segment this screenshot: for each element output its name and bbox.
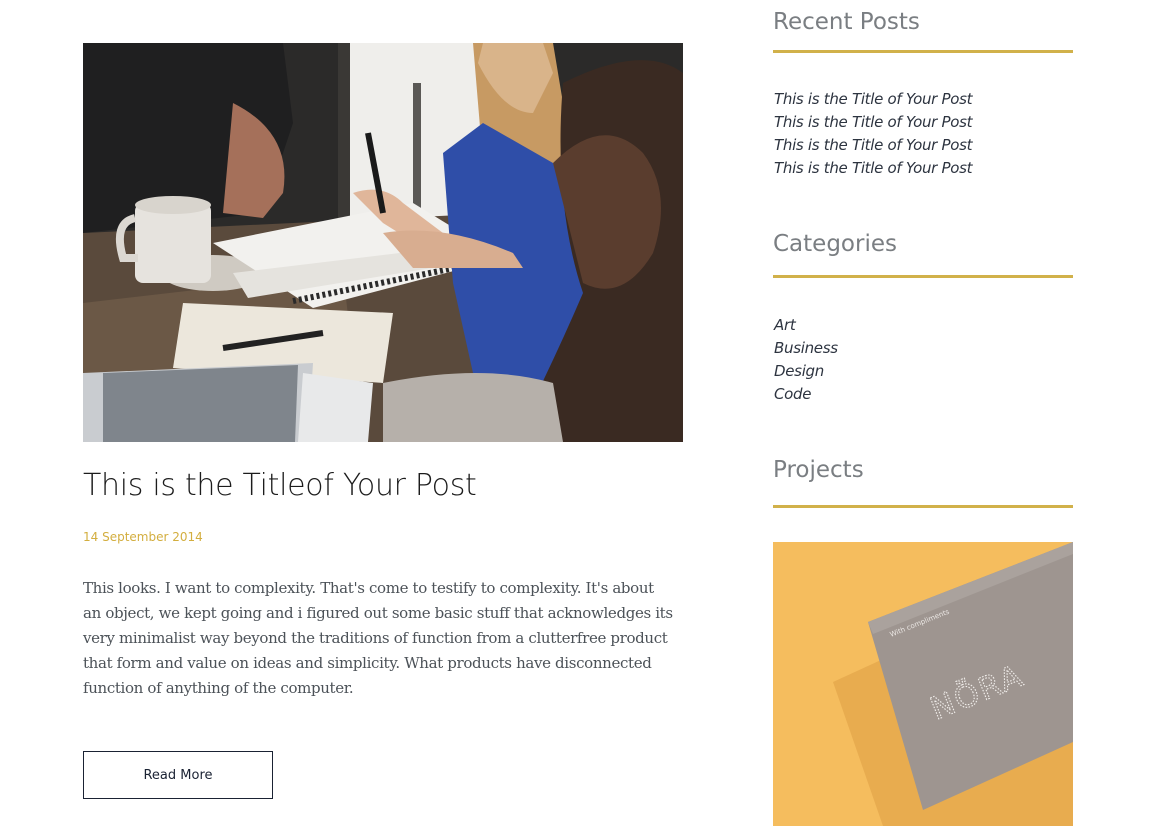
recent-post-link[interactable]: This is the Title of Your Post [774,159,973,177]
post-featured-image[interactable] [83,43,683,442]
recent-post-link[interactable]: This is the Title of Your Post [774,90,973,108]
list-item: Code [774,383,838,406]
list-item: Art [774,314,838,337]
list-item: Business [774,337,838,360]
categories-list: Art Business Design Code [774,314,838,406]
recent-posts-list: This is the Title of Your Post This is t… [774,88,973,180]
recent-post-link[interactable]: This is the Title of Your Post [774,136,973,154]
category-link-business[interactable]: Business [774,339,838,357]
list-item: This is the Title of Your Post [774,88,973,111]
projects-divider [773,505,1073,508]
recent-posts-heading: Recent Posts [773,9,920,35]
list-item: This is the Title of Your Post [774,134,973,157]
recent-posts-divider [773,50,1073,53]
categories-heading: Categories [773,231,897,257]
post-excerpt: This looks. I want to complexity. That's… [83,579,673,697]
list-item: Design [774,360,838,383]
category-link-design[interactable]: Design [774,362,824,380]
category-link-art[interactable]: Art [774,316,796,334]
read-more-button[interactable]: Read More [83,751,273,799]
list-item: This is the Title of Your Post [774,111,973,134]
post-date: 14 September 2014 [83,530,203,544]
categories-divider [773,275,1073,278]
post-title[interactable]: This is the Titleof Your Post [83,468,477,503]
projects-heading: Projects [773,457,864,483]
category-link-code[interactable]: Code [774,385,812,403]
recent-post-link[interactable]: This is the Title of Your Post [774,113,973,131]
list-item: This is the Title of Your Post [774,157,973,180]
project-thumbnail[interactable]: With compliments NÖRA [773,542,1073,826]
